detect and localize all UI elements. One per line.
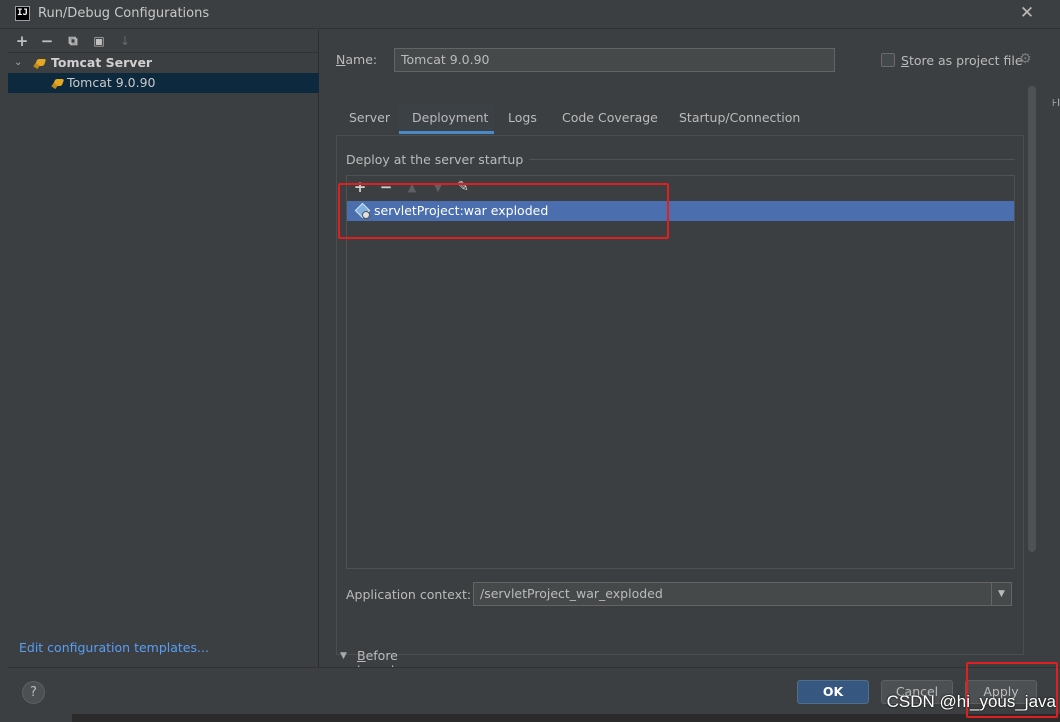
vertical-scrollbar[interactable] [1028, 86, 1036, 552]
tree-item-tomcat-9-0-90[interactable]: Tomcat 9.0.90 [8, 73, 319, 93]
tomcat-icon [34, 56, 48, 70]
tab-code-coverage[interactable]: Code Coverage [549, 104, 671, 134]
sidebar-toolbar: + − ⧉ ▣ ↓ [8, 30, 319, 53]
background-strip [72, 714, 1060, 722]
tab-server[interactable]: Server [336, 104, 403, 134]
application-context-value[interactable]: /servletProject_war_exploded [480, 583, 663, 605]
csdn-watermark: CSDN @hi_yous_java [886, 692, 1056, 711]
name-label: Name: [336, 52, 378, 67]
store-as-project-file-checkbox[interactable] [881, 53, 895, 67]
intellij-app-icon: IJ [15, 6, 30, 21]
tab-logs[interactable]: Logs [495, 104, 550, 134]
chevron-down-icon[interactable]: ⌄ [14, 53, 22, 73]
application-context-label: Application context: [346, 587, 472, 602]
configuration-editor: Name: Tomcat 9.0.90 Store as project fil… [320, 30, 1052, 678]
config-tabs: Server Deployment Logs Code Coverage Sta… [336, 104, 1026, 134]
tree-category-tomcat-server[interactable]: ⌄ Tomcat Server [8, 53, 319, 73]
chevron-down-icon[interactable]: ▼ [991, 583, 1011, 605]
sort-configurations-icon[interactable]: ↓ [116, 33, 134, 51]
gear-icon[interactable]: ⚙ [1019, 52, 1033, 66]
help-button[interactable]: ? [22, 681, 45, 704]
edit-configuration-templates-link[interactable]: Edit configuration templates... [19, 640, 209, 655]
tree-category-label: Tomcat Server [51, 55, 153, 70]
window-title: Run/Debug Configurations [38, 6, 210, 21]
close-icon[interactable]: ✕ [1018, 4, 1036, 22]
tree-item-label: Tomcat 9.0.90 [67, 75, 156, 90]
add-configuration-icon[interactable]: + [13, 33, 31, 51]
application-context-combobox[interactable]: /servletProject_war_exploded ▼ [473, 582, 1012, 606]
title-bar: IJ Run/Debug Configurations ✕ [0, 0, 1060, 29]
configurations-sidebar: + − ⧉ ▣ ↓ ⌄ Tomcat Server Tomcat 9.0.90 … [8, 30, 319, 667]
remove-configuration-icon[interactable]: − [38, 33, 56, 51]
group-divider [509, 159, 1015, 160]
tab-deployment[interactable]: Deployment [399, 104, 494, 134]
store-as-project-file-label[interactable]: Store as project file [901, 53, 1023, 68]
name-input[interactable]: Tomcat 9.0.90 [394, 48, 835, 72]
ok-button[interactable]: OK [797, 680, 869, 704]
copy-configuration-icon[interactable]: ⧉ [64, 33, 82, 51]
annotation-highlight-deployment [338, 183, 669, 239]
tab-startup-connection[interactable]: Startup/Connection [666, 104, 813, 134]
new-folder-icon[interactable]: ▣ [90, 33, 108, 51]
background-window-edge: ⊦l [1052, 98, 1060, 109]
deploy-group-title: Deploy at the server startup [346, 152, 530, 167]
triangle-down-icon[interactable]: ▼ [340, 651, 347, 661]
tomcat-icon [52, 76, 66, 90]
